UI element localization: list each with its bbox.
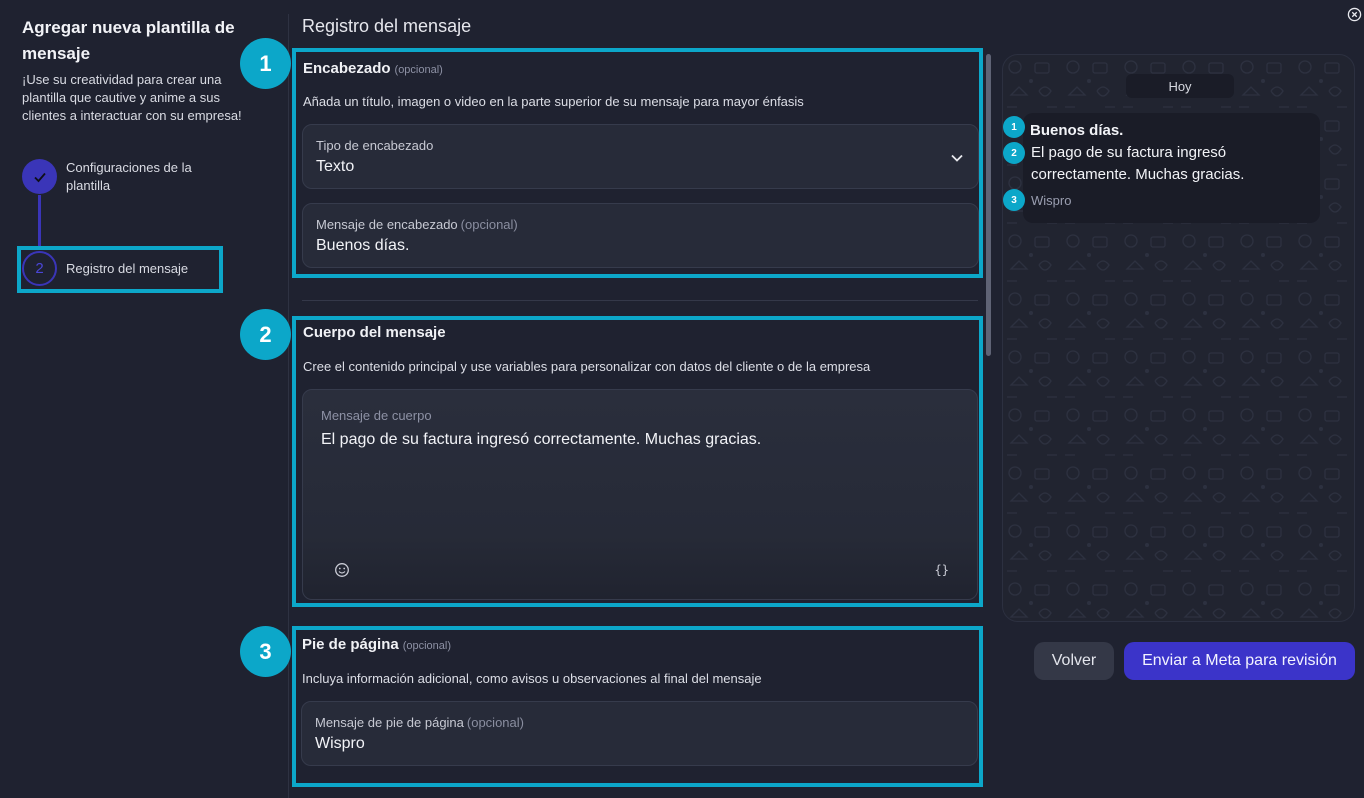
wizard-description: ¡Use su creatividad para crear una plant…: [22, 72, 242, 123]
body-section-title: Cuerpo del mensaje: [303, 324, 446, 341]
step-connector: [38, 195, 41, 247]
close-icon[interactable]: [1347, 7, 1362, 22]
preview-footer-text: Wispro: [1031, 193, 1072, 208]
template-wizard: Agregar nueva plantilla de mensaje ¡Use …: [0, 0, 1364, 798]
stepper-panel: Agregar nueva plantilla de mensaje ¡Use …: [0, 0, 288, 798]
header-type-label: Tipo de encabezado: [316, 138, 434, 153]
footer-section-description: Incluya información adicional, como avis…: [302, 671, 762, 686]
back-button[interactable]: Volver: [1034, 642, 1114, 680]
panel-divider: [288, 14, 289, 798]
footer-message-label: Mensaje de pie de página (opcional): [315, 715, 524, 730]
preview-body-badge: 2: [1003, 142, 1025, 164]
step-highlight-frame: [17, 246, 223, 293]
header-message-value: Buenos días.: [316, 237, 410, 254]
variables-icon[interactable]: {}: [935, 563, 949, 577]
check-icon: [33, 172, 46, 182]
step-label: Configuraciones de la plantilla: [66, 160, 192, 193]
date-pill: Hoy: [1126, 74, 1234, 98]
chevron-down-icon: [951, 154, 963, 162]
scrollbar-thumb[interactable]: [986, 54, 991, 356]
step-configuration[interactable]: Configuraciones de la plantilla: [22, 159, 216, 195]
footer-message-value: Wispro: [315, 735, 365, 752]
footer-message-input[interactable]: Mensaje de pie de página (opcional) Wispr…: [301, 701, 978, 766]
preview-body-line1: El pago de su factura ingresó: [1031, 144, 1227, 161]
preview-footer-badge: 3: [1003, 189, 1025, 211]
preview-body-line2: correctamente. Muchas gracias.: [1031, 166, 1245, 183]
body-number-badge: 2: [240, 309, 291, 360]
wizard-title: Agregar nueva plantilla de mensaje: [22, 18, 235, 63]
preview-header-badge: 1: [1003, 116, 1025, 138]
body-message-label: Mensaje de cuerpo: [321, 408, 432, 423]
page-title: Registro del mensaje: [302, 16, 472, 36]
header-section-title: Encabezado (opcional): [303, 60, 443, 77]
header-message-input[interactable]: Mensaje de encabezado (opcional) Buenos d…: [302, 203, 979, 268]
body-message-value: El pago de su factura ingresó correctame…: [321, 431, 762, 448]
preview-header-text: Buenos días.: [1030, 122, 1124, 139]
header-message-label: Mensaje de encabezado (opcional): [316, 217, 518, 232]
section-divider: [302, 300, 978, 301]
header-type-select[interactable]: Tipo de encabezado Texto: [302, 124, 979, 189]
footer-number-badge: 3: [240, 626, 291, 677]
footer-section-title: Pie de página (opcional): [302, 636, 452, 653]
header-type-value: Texto: [316, 158, 355, 175]
header-section-description: Añada un título, imagen o video en la pa…: [303, 94, 804, 109]
emoji-icon[interactable]: [334, 562, 350, 578]
submit-to-meta-button[interactable]: Enviar a Meta para revisión: [1124, 642, 1355, 680]
body-section-description: Cree el contenido principal y use variab…: [303, 359, 871, 374]
step-done-circle: [22, 159, 57, 194]
body-message-textarea[interactable]: Mensaje de cuerpo El pago de su factura …: [302, 389, 978, 600]
header-number-badge: 1: [240, 38, 291, 89]
